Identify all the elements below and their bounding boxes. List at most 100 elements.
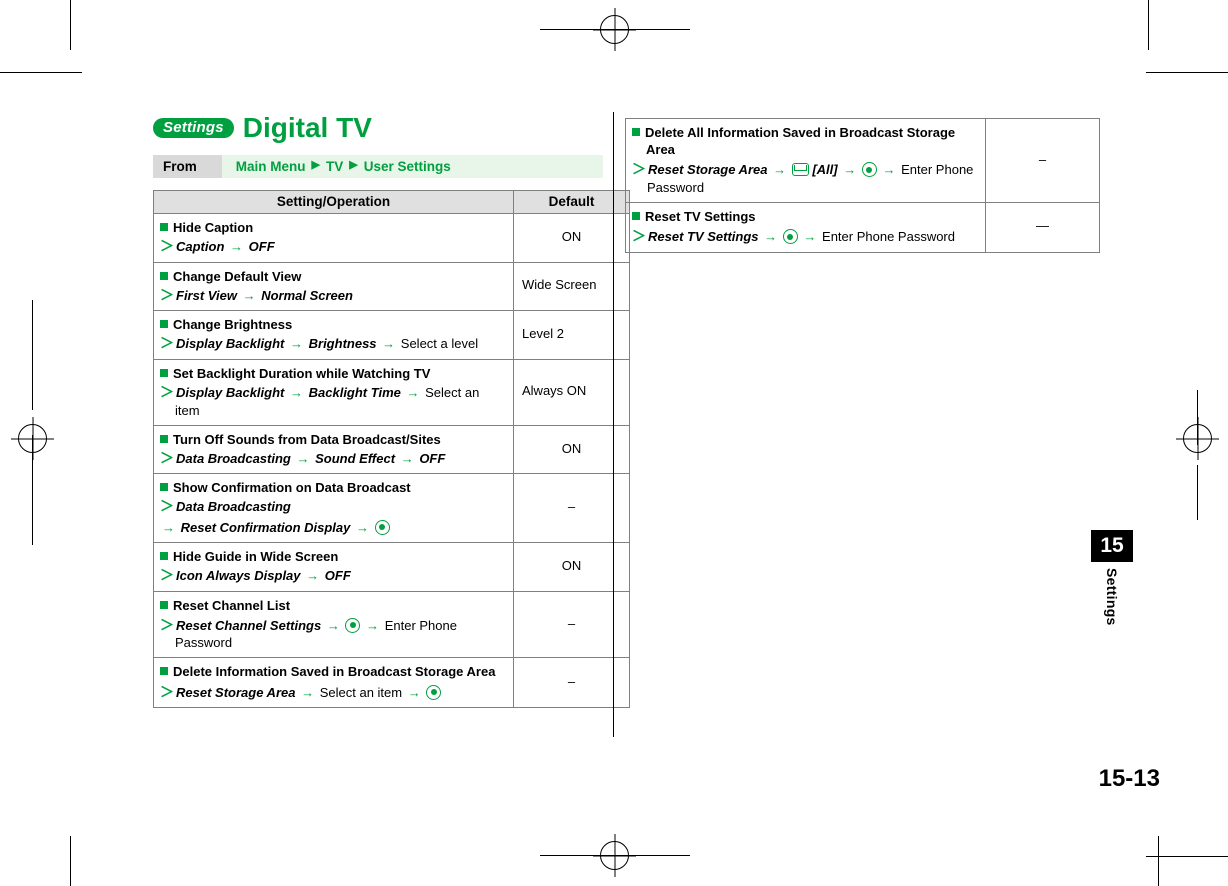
step-bullet-icon: ＞ xyxy=(160,567,174,584)
menu-term: Brightness xyxy=(308,336,377,352)
row-step: ＞ Display Backlight → Backlight Time → Se… xyxy=(160,383,507,419)
step-bullet-icon: ＞ xyxy=(160,616,174,633)
arrow-right-icon: → xyxy=(382,336,396,352)
menu-term: [All] xyxy=(812,162,838,178)
table-row: Delete Information Saved in Broadcast St… xyxy=(153,657,630,709)
row-operation-cell: Delete Information Saved in Broadcast St… xyxy=(153,657,514,709)
row-heading: Turn Off Sounds from Data Broadcast/Site… xyxy=(160,431,507,448)
menu-term: Reset Confirmation Display xyxy=(180,519,351,535)
row-default-cell: – xyxy=(985,118,1100,203)
menu-term: Backlight Time xyxy=(308,385,401,401)
row-operation-cell: Hide Caption ＞ Caption → OFF xyxy=(153,213,514,263)
settings-table-left: Setting/Operation Default Hide Caption ＞ C… xyxy=(153,190,630,709)
column-header-operation: Setting/Operation xyxy=(153,190,514,214)
green-square-icon xyxy=(632,128,640,136)
arrow-right-icon: → xyxy=(773,162,787,178)
row-heading: Reset TV Settings xyxy=(632,208,979,225)
green-square-icon xyxy=(160,667,168,676)
step-bullet-icon: ＞ xyxy=(160,498,174,515)
menu-term: Icon Always Display xyxy=(176,568,301,584)
menu-term: Display Backlight xyxy=(176,336,285,352)
menu-term: OFF xyxy=(248,239,275,255)
center-key-icon xyxy=(861,162,877,178)
menu-term: Caption xyxy=(176,239,225,255)
page-number: 15-13 xyxy=(1098,765,1160,792)
table-row: Turn Off Sounds from Data Broadcast/Site… xyxy=(153,424,630,475)
row-operation-cell: Set Backlight Duration while Watching TV… xyxy=(153,358,514,426)
arrow-right-icon: → xyxy=(326,617,340,633)
page-heading: Settings Digital TV xyxy=(153,114,372,142)
row-operation-cell: Reset Channel List ＞ Reset Channel Setting… xyxy=(153,590,514,659)
menu-term: Sound Effect xyxy=(315,450,396,466)
arrow-right-icon: → xyxy=(764,229,778,245)
arrow-right-icon: → xyxy=(366,617,380,633)
arrow-right-icon: → xyxy=(882,162,896,178)
row-step: ＞ Reset TV Settings → → Enter Phone Passw… xyxy=(632,226,979,245)
row-operation-cell: Turn Off Sounds from Data Broadcast/Site… xyxy=(153,424,514,475)
arrow-right-icon: → xyxy=(406,385,420,401)
row-heading-text: Change Default View xyxy=(173,268,302,284)
step-bullet-icon: ＞ xyxy=(160,449,174,466)
breadcrumb-path: Main Menu ▶ TV ▶ User Settings xyxy=(221,155,603,178)
step-bullet-icon: ＞ xyxy=(160,286,174,303)
table-row: Reset TV Settings ＞ Reset TV Settings → → … xyxy=(625,201,1100,253)
row-operation-cell: Change Default View ＞ First View → Normal … xyxy=(153,261,514,312)
breadcrumb-item-2: User Settings xyxy=(363,159,451,174)
row-operation-cell: Show Confirmation on Data Broadcast ＞ Data… xyxy=(153,473,514,544)
row-heading: Hide Guide in Wide Screen xyxy=(160,548,507,565)
row-heading-text: Delete Information Saved in Broadcast St… xyxy=(173,664,496,680)
green-square-icon xyxy=(160,368,168,377)
arrow-right-icon: → xyxy=(230,239,244,255)
row-default-cell: — xyxy=(985,201,1100,253)
center-key-icon xyxy=(345,617,361,633)
breadcrumb-arrow-icon xyxy=(206,155,222,178)
row-heading: Change Default View xyxy=(160,268,507,285)
breadcrumb-from-label: From xyxy=(153,155,207,178)
green-square-icon xyxy=(632,211,640,220)
arrow-right-icon: → xyxy=(356,519,370,535)
row-step: ＞ First View → Normal Screen xyxy=(160,286,507,304)
breadcrumb-item-1: TV xyxy=(325,159,344,174)
row-operation-cell: Change Brightness ＞ Display Backlight → Br… xyxy=(153,310,514,360)
menu-term: Reset Storage Area xyxy=(176,684,296,700)
green-square-icon xyxy=(160,552,168,561)
chevron-right-icon: ▶ xyxy=(349,159,358,171)
row-heading-text: Reset TV Settings xyxy=(645,208,756,224)
row-heading-text: Change Brightness xyxy=(173,317,293,333)
chapter-tab-label: Settings xyxy=(1104,568,1120,626)
settings-table-right-body: Delete All Information Saved in Broadcas… xyxy=(625,118,1100,253)
row-heading: Change Brightness xyxy=(160,316,507,333)
breadcrumb-item-0: Main Menu xyxy=(235,159,306,174)
arrow-right-icon: → xyxy=(803,229,817,245)
row-heading: Show Confirmation on Data Broadcast xyxy=(160,479,507,496)
row-step: ＞ Reset Storage Area → Select an item → xyxy=(160,682,507,701)
step-bullet-icon: ＞ xyxy=(632,161,646,178)
center-key-icon xyxy=(782,229,798,245)
manual-page: Settings Digital TV From Main Menu ▶ TV … xyxy=(0,0,1228,886)
menu-term: Reset TV Settings xyxy=(648,229,759,245)
row-heading: Delete Information Saved in Broadcast St… xyxy=(160,663,507,680)
step-bullet-icon: ＞ xyxy=(160,335,174,352)
row-step: ＞ Reset Channel Settings → → Enter Phone … xyxy=(160,615,507,652)
table-row: Change Default View ＞ First View → Normal … xyxy=(153,261,630,312)
green-square-icon xyxy=(160,600,168,609)
row-heading-text: Reset Channel List xyxy=(173,597,291,613)
arrow-right-icon: → xyxy=(290,385,303,401)
menu-term: Normal Screen xyxy=(261,287,353,303)
green-square-icon xyxy=(160,320,168,329)
row-step: ＞ Display Backlight → Brightness → Select… xyxy=(160,334,507,352)
menu-term: Reset Storage Area xyxy=(648,162,768,178)
arrow-right-icon: → xyxy=(162,519,175,535)
chapter-tab: 15 Settings xyxy=(1091,530,1133,626)
row-step: ＞ Data Broadcasting → Sound Effect → OFF xyxy=(160,449,507,467)
arrow-right-icon: → xyxy=(400,450,414,466)
table-row: Hide Caption ＞ Caption → OFF ON xyxy=(153,213,630,263)
table-header-row: Setting/Operation Default xyxy=(153,190,630,214)
green-square-icon xyxy=(160,223,168,231)
row-heading: Delete All Information Saved in Broadcas… xyxy=(632,124,979,158)
row-operation-cell: Reset TV Settings ＞ Reset TV Settings → → … xyxy=(625,201,986,253)
row-heading-text: Hide Guide in Wide Screen xyxy=(173,549,339,565)
table-row: Hide Guide in Wide Screen ＞ Icon Always Di… xyxy=(153,542,630,592)
table-row: Change Brightness ＞ Display Backlight → Br… xyxy=(153,310,630,360)
step-bullet-icon: ＞ xyxy=(160,384,174,401)
